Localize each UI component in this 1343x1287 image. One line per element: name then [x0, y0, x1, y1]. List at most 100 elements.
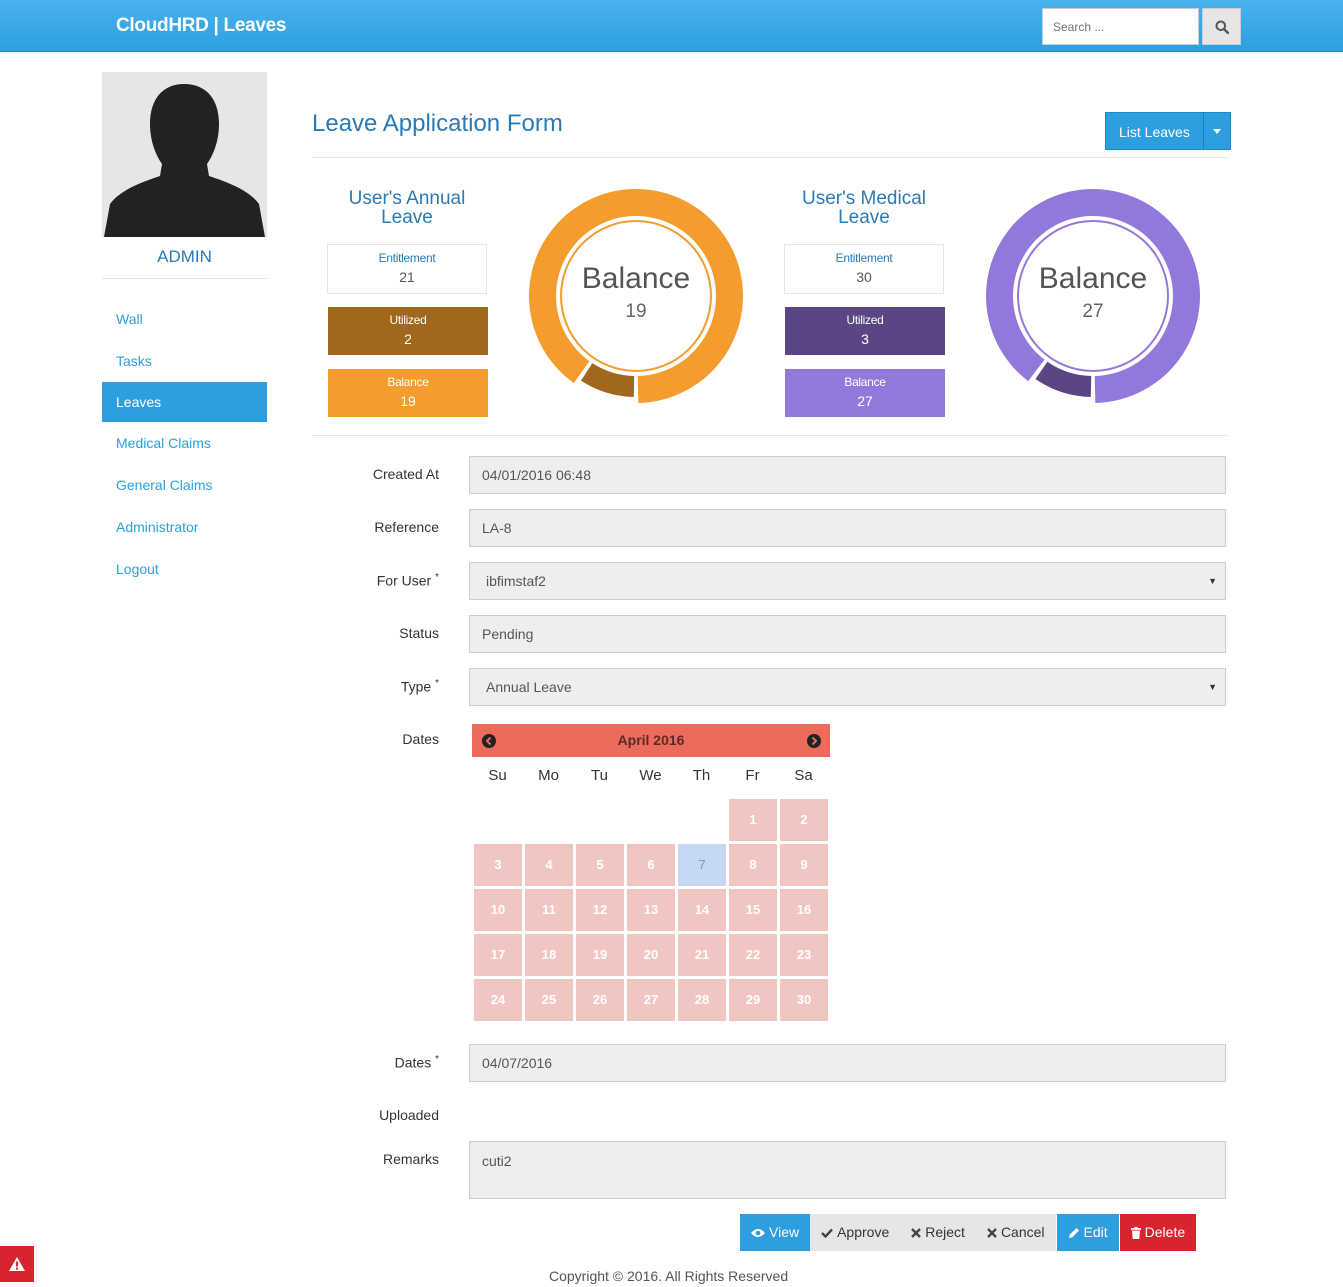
calendar-day[interactable]: 20 — [627, 934, 675, 976]
calendar-day[interactable]: 14 — [678, 889, 726, 931]
dates-field-label: Dates * — [309, 1054, 439, 1071]
calendar-weekday-label: Sa — [794, 767, 813, 784]
entitlement-label: Entitlement — [378, 251, 436, 265]
calendar-day[interactable]: 1 — [729, 799, 777, 841]
annual-balance-box: Balance 19 — [328, 369, 488, 417]
calendar-day[interactable]: 24 — [474, 979, 522, 1021]
times-icon — [911, 1227, 922, 1238]
calendar-day[interactable]: 12 — [576, 889, 624, 931]
view-button[interactable]: View — [740, 1214, 811, 1251]
avatar — [102, 72, 267, 237]
search-input[interactable] — [1042, 8, 1199, 45]
sidebar-item-wall[interactable]: Wall — [102, 298, 267, 340]
uploaded-label: Uploaded — [379, 1107, 439, 1123]
reference-field[interactable]: LA-8 — [469, 509, 1226, 547]
warning-icon — [9, 1257, 25, 1271]
type-label-text: Type — [400, 678, 432, 695]
pencil-icon — [1068, 1227, 1079, 1238]
annual-balance-donut-chart: Balance 19 — [528, 188, 743, 403]
username: ADMIN — [157, 247, 212, 266]
approve-button[interactable]: Approve — [810, 1214, 901, 1251]
cancel-button[interactable]: Cancel — [975, 1214, 1056, 1251]
calendar-day[interactable]: 25 — [525, 979, 573, 1021]
medical-balance-box: Balance 27 — [785, 369, 945, 417]
type-label: Type * — [309, 678, 439, 695]
utilized-label: Utilized — [389, 313, 427, 327]
next-month-button[interactable] — [807, 734, 821, 748]
search-button[interactable] — [1202, 8, 1241, 45]
entitlement-label: Entitlement — [835, 251, 893, 265]
for-user-select[interactable]: ibfimstaf2 ▼ — [469, 562, 1226, 600]
reject-button[interactable]: Reject — [900, 1214, 976, 1251]
status-field[interactable]: Pending — [469, 615, 1226, 653]
calendar-day[interactable]: 23 — [780, 934, 828, 976]
calendar-day[interactable]: 10 — [474, 889, 522, 931]
created-at-field[interactable]: 04/01/2016 06:48 — [469, 456, 1226, 494]
delete-label: Delete — [1144, 1224, 1186, 1240]
calendar-day[interactable]: 26 — [576, 979, 624, 1021]
reference-label: Reference — [374, 519, 439, 535]
calendar-day[interactable]: 16 — [780, 889, 828, 931]
calendar-day[interactable]: 4 — [525, 844, 573, 886]
calendar-day[interactable]: 11 — [525, 889, 573, 931]
calendar-day[interactable]: 2 — [780, 799, 828, 841]
required-mark: * — [435, 1054, 439, 1065]
calendar-month-title: April 2016 — [617, 732, 685, 748]
calendar-day[interactable]: 18 — [525, 934, 573, 976]
list-leaves-button-group: List Leaves — [1105, 112, 1231, 150]
list-leaves-button[interactable]: List Leaves — [1105, 112, 1204, 150]
calendar-day[interactable]: 27 — [627, 979, 675, 1021]
calendar-day[interactable]: 29 — [729, 979, 777, 1021]
required-mark: * — [435, 572, 439, 583]
cancel-label: Cancel — [1000, 1224, 1045, 1240]
sidebar-item-tasks[interactable]: Tasks — [102, 340, 267, 382]
calendar-weekday-label: Fr — [745, 767, 760, 784]
calendar-day[interactable]: 7 — [678, 844, 726, 886]
calendar-day[interactable]: 19 — [576, 934, 624, 976]
balance-value: 27 — [857, 393, 873, 409]
annual-entitlement-box: Entitlement 21 — [327, 244, 487, 294]
calendar-day[interactable]: 28 — [678, 979, 726, 1021]
calendar-day[interactable]: 21 — [678, 934, 726, 976]
sidebar-item-medical-claims[interactable]: Medical Claims — [102, 422, 267, 464]
calendar-day[interactable]: 3 — [474, 844, 522, 886]
dates-field[interactable]: 04/07/2016 — [469, 1044, 1226, 1082]
calendar-day[interactable]: 8 — [729, 844, 777, 886]
calendar-day[interactable]: 6 — [627, 844, 675, 886]
caret-down-icon — [1212, 128, 1221, 134]
warning-badge[interactable] — [0, 1246, 34, 1282]
calendar-day[interactable]: 17 — [474, 934, 522, 976]
sidebar-item-general-claims[interactable]: General Claims — [102, 464, 267, 506]
check-icon — [821, 1228, 833, 1238]
for-user-value: ibfimstaf2 — [486, 573, 546, 589]
calendar-day[interactable]: 13 — [627, 889, 675, 931]
calendar-day[interactable]: 9 — [780, 844, 828, 886]
calendar-day[interactable]: 22 — [729, 934, 777, 976]
calendar-header: April 2016 — [472, 724, 830, 757]
leave-type-select[interactable]: Annual Leave ▼ — [469, 668, 1226, 706]
required-mark: * — [435, 678, 439, 689]
medical-entitlement-box: Entitlement 30 — [784, 244, 944, 294]
calendar-day[interactable]: 15 — [729, 889, 777, 931]
divider — [312, 435, 1227, 436]
calendar-weekday-label: We — [639, 767, 662, 784]
status-label: Status — [399, 625, 439, 641]
sidebar-item-leaves[interactable]: Leaves — [102, 382, 267, 422]
list-leaves-dropdown-toggle[interactable] — [1203, 112, 1231, 150]
page-title: Leave Application Form — [312, 110, 563, 137]
sidebar-item-administrator[interactable]: Administrator — [102, 506, 267, 548]
footer-copyright: Copyright © 2016. All Rights Reserved — [549, 1268, 789, 1284]
delete-button[interactable]: Delete — [1119, 1214, 1197, 1251]
donut-label: Balance — [582, 262, 690, 295]
brand-title[interactable]: CloudHRD | Leaves — [116, 15, 287, 37]
dates-label: Dates — [402, 731, 439, 747]
sidebar-item-logout[interactable]: Logout — [102, 548, 267, 590]
calendar-day[interactable]: 5 — [576, 844, 624, 886]
created-at-label: Created At — [372, 466, 439, 482]
calendar-day[interactable]: 30 — [780, 979, 828, 1021]
edit-button[interactable]: Edit — [1056, 1214, 1119, 1251]
balance-label: Balance — [387, 375, 429, 389]
search-icon — [1215, 20, 1229, 34]
remarks-textarea[interactable]: cuti2 — [469, 1141, 1226, 1199]
dropdown-arrow-icon: ▼ — [1208, 576, 1217, 586]
